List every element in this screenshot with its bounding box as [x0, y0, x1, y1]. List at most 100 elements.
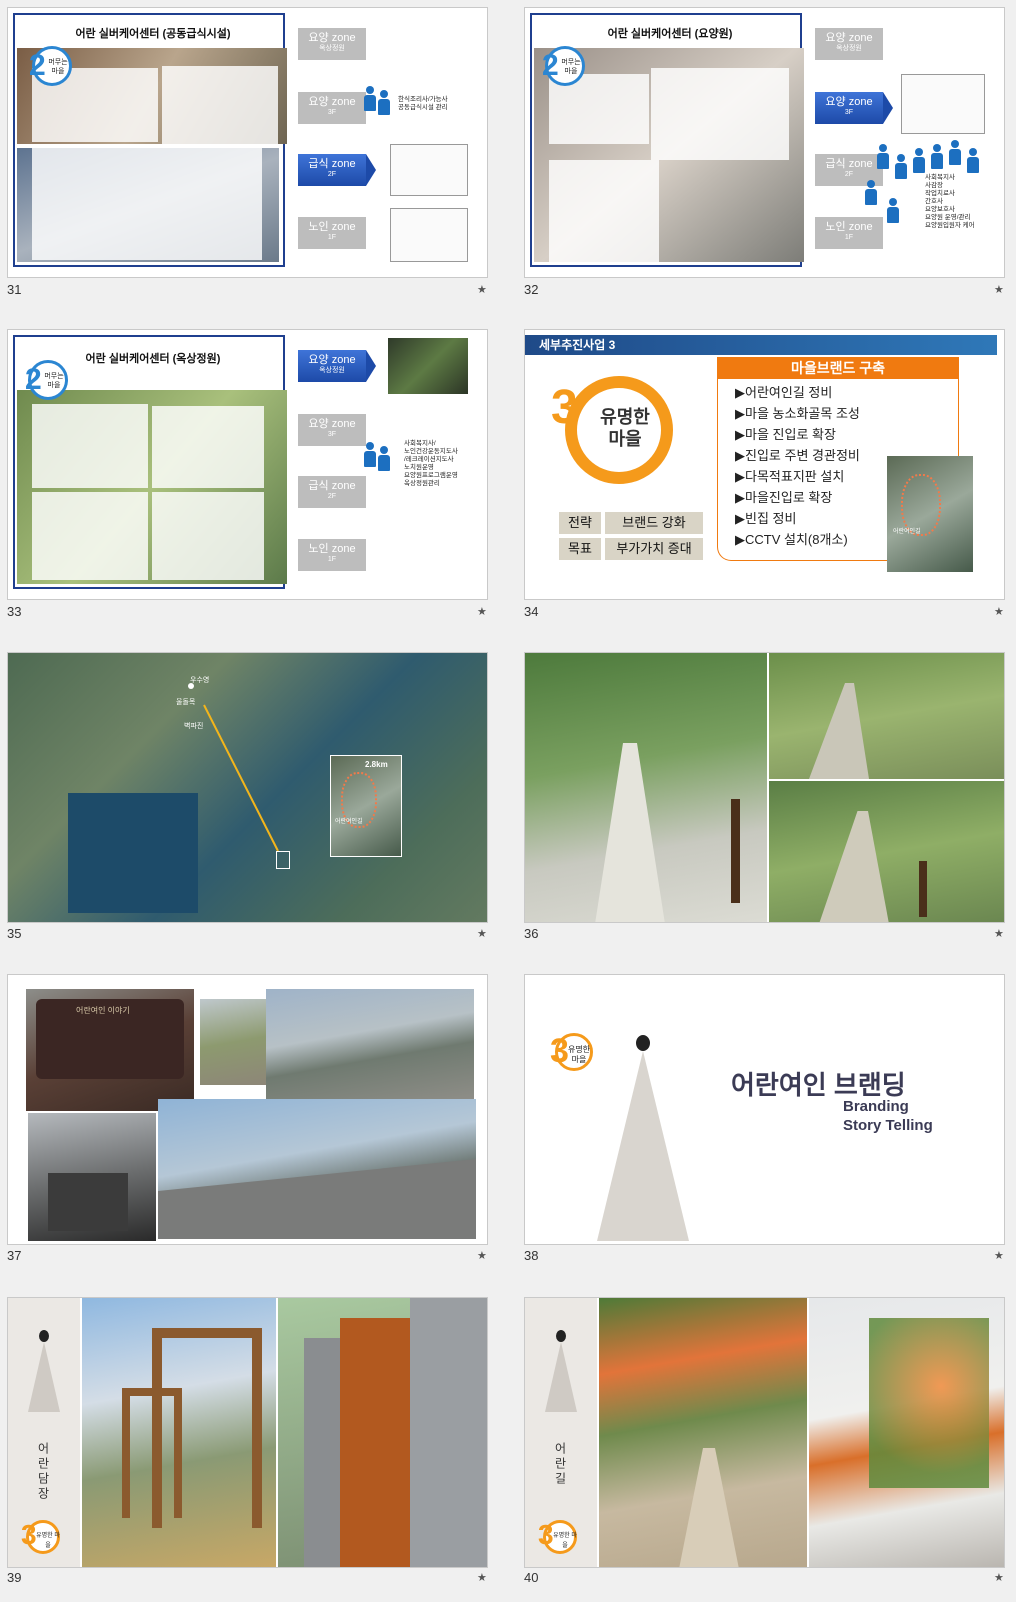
star-icon[interactable]: ★: [994, 1571, 1004, 1584]
star-icon[interactable]: ★: [477, 1571, 487, 1584]
brand-ring: 유명한 마을: [565, 376, 673, 484]
slide-number: 35: [7, 926, 22, 941]
photo-overlay: [549, 160, 659, 262]
zone-rooftop[interactable]: 요양 zone 옥상정원: [298, 350, 376, 382]
slide-number: 40: [524, 1570, 539, 1585]
photo-wooden-gate: [82, 1298, 276, 1567]
photo-overlay: [152, 406, 264, 488]
ring-number: 3: [551, 381, 578, 434]
star-icon[interactable]: ★: [994, 605, 1004, 618]
slide-36-thumbnail[interactable]: [524, 652, 1005, 923]
photo-village-road: [266, 989, 474, 1101]
slide-34-thumbnail[interactable]: 세부추진사업 3 유명한 마을 3 전략 브랜드 강화 목표 부가가치 증대 마을…: [524, 329, 1005, 600]
famous-village-badge: 3 유명한 마을: [538, 1519, 577, 1554]
zone-senior-1f[interactable]: 노인 zone 1F: [298, 217, 366, 249]
person-icon: [877, 144, 889, 169]
photo-flower-alley: [599, 1298, 807, 1567]
zone-senior-1f[interactable]: 노인 zone 1F: [815, 217, 883, 249]
photo-story-sign: 어란여인 이야기: [26, 989, 194, 1111]
slide-title: 어란 실버케어센터 (옥상정원): [85, 353, 221, 365]
zone-care-3f[interactable]: 요양 zone 3F: [298, 414, 366, 446]
slide-40-thumbnail[interactable]: 어란길 3 유명한 마을: [524, 1297, 1005, 1568]
slide-vertical-title: 어란길: [553, 1442, 567, 1487]
slide-35-thumbnail[interactable]: 우수영 울돌목 벽파진 2.8km 어란여인길: [7, 652, 488, 923]
brand-item-list: ▶어란여인길 정비 ▶마을 농소화골목 조성 ▶마을 진입로 확장 ▶진입로 주변 경…: [735, 385, 860, 547]
person-icon: [887, 198, 899, 223]
photo-overlay: [162, 66, 278, 144]
inset-map: 2.8km 어란여인길: [330, 755, 402, 857]
person-icon: [967, 148, 979, 173]
strategy-value: 브랜드 강화: [605, 512, 703, 534]
slide-38-thumbnail[interactable]: 3 유명한 마을 어란여인 브랜딩 Branding Story Telling: [524, 974, 1005, 1245]
slide-39-thumbnail[interactable]: 어란담장 3 유명한 마을: [7, 1297, 488, 1568]
floor-plan: [390, 208, 468, 262]
monument-stone: [48, 1173, 128, 1231]
sign-title: 어란여인 이야기: [76, 1006, 130, 1015]
goal-value: 부가가치 증대: [605, 538, 703, 560]
person-icon: [364, 442, 376, 467]
gate-frame: [122, 1388, 182, 1518]
photo-overlay: [32, 148, 262, 260]
road-shape: [158, 1159, 476, 1239]
path-shape: [809, 683, 869, 779]
person-icon: [895, 154, 907, 179]
map-label: 어란여인길: [335, 819, 363, 825]
map-label: 어란여인길: [893, 529, 921, 535]
star-icon[interactable]: ★: [994, 283, 1004, 296]
star-icon[interactable]: ★: [994, 927, 1004, 940]
path-shape: [819, 811, 889, 922]
star-icon[interactable]: ★: [477, 927, 487, 940]
photo-monument: [200, 999, 270, 1085]
slide-number: 39: [7, 1570, 22, 1585]
path-shape: [679, 1448, 739, 1567]
slide-number: 31: [7, 282, 22, 297]
zone-care-3f[interactable]: 요양 zone 3F: [815, 92, 893, 124]
photo-overlay: [32, 492, 148, 580]
trail-post: [731, 799, 740, 903]
person-icon: [913, 148, 925, 173]
staff-note: 사회복지사/노인건강운동지도사/레크레이션지도사 노치원운영 요양원프로그램운영 옥상…: [404, 440, 458, 487]
slide-number: 36: [524, 926, 539, 941]
zone-rooftop[interactable]: 요양 zone 옥상정원: [298, 28, 366, 60]
photo-overlay: [651, 68, 789, 160]
slide-title: 어란 실버케어센터 (요양원): [607, 28, 733, 40]
photo-trail-2: [769, 653, 1004, 779]
slide-number: 37: [7, 1248, 22, 1263]
hanbok-woman-image: [597, 1035, 689, 1241]
famous-village-badge: 3 유명한 마을: [21, 1519, 60, 1554]
slide-31-thumbnail[interactable]: 어란 실버케어센터 (공동급식시설) 2 머무는 마을 요양 zone 옥상정원 요…: [7, 7, 488, 278]
route-arrow: [203, 704, 279, 852]
person-icon: [378, 90, 390, 115]
hanbok-woman-image: [545, 1330, 577, 1412]
zone-meal-2f[interactable]: 급식 zone 2F: [298, 154, 376, 186]
zone-senior-1f[interactable]: 노인 zone 1F: [298, 539, 366, 571]
photo-trail-3: [769, 781, 1004, 922]
slide-32-thumbnail[interactable]: 어란 실버케어센터 (요양원) 2 머무는 마을 요양 zone 옥상정원 요양 z…: [524, 7, 1005, 278]
person-icon: [364, 86, 376, 111]
slide-number: 33: [7, 604, 22, 619]
zone-care-3f[interactable]: 요양 zone 3F: [298, 92, 366, 124]
zone-meal-2f[interactable]: 급식 zone 2F: [298, 476, 366, 508]
staff-note: 사회복지사 사감장 작업치료사 간호사 요양보호사 요양원 운영/관리 요양원입원자 케어: [925, 174, 975, 229]
slide-number: 34: [524, 604, 539, 619]
path-shape: [595, 743, 665, 922]
section-header: 세부추진사업 3: [525, 335, 997, 355]
slide-37-thumbnail[interactable]: 어란여인 이야기: [7, 974, 488, 1245]
slide-33-thumbnail[interactable]: 어란 실버케어센터 (옥상정원) 2 머무는 마을 요양 zone 옥상정원 요양 …: [7, 329, 488, 600]
slide-vertical-title: 어란담장: [36, 1442, 50, 1502]
brand-title: 마을브랜드 구축: [717, 357, 959, 379]
star-icon[interactable]: ★: [477, 1249, 487, 1262]
slide-number: 38: [524, 1248, 539, 1263]
zoom-box: [276, 851, 290, 869]
person-icon: [865, 180, 877, 205]
village-badge: 2 머무는 마을: [29, 46, 72, 86]
star-icon[interactable]: ★: [994, 1249, 1004, 1262]
star-icon[interactable]: ★: [477, 605, 487, 618]
star-icon[interactable]: ★: [477, 283, 487, 296]
photo-overlay: [152, 492, 264, 580]
wall-panel: [304, 1338, 344, 1567]
photo-steel-wall: [278, 1298, 487, 1567]
photo-white-alley: [809, 1298, 1004, 1567]
floor-plan: [901, 74, 985, 134]
zone-rooftop[interactable]: 요양 zone 옥상정원: [815, 28, 883, 60]
